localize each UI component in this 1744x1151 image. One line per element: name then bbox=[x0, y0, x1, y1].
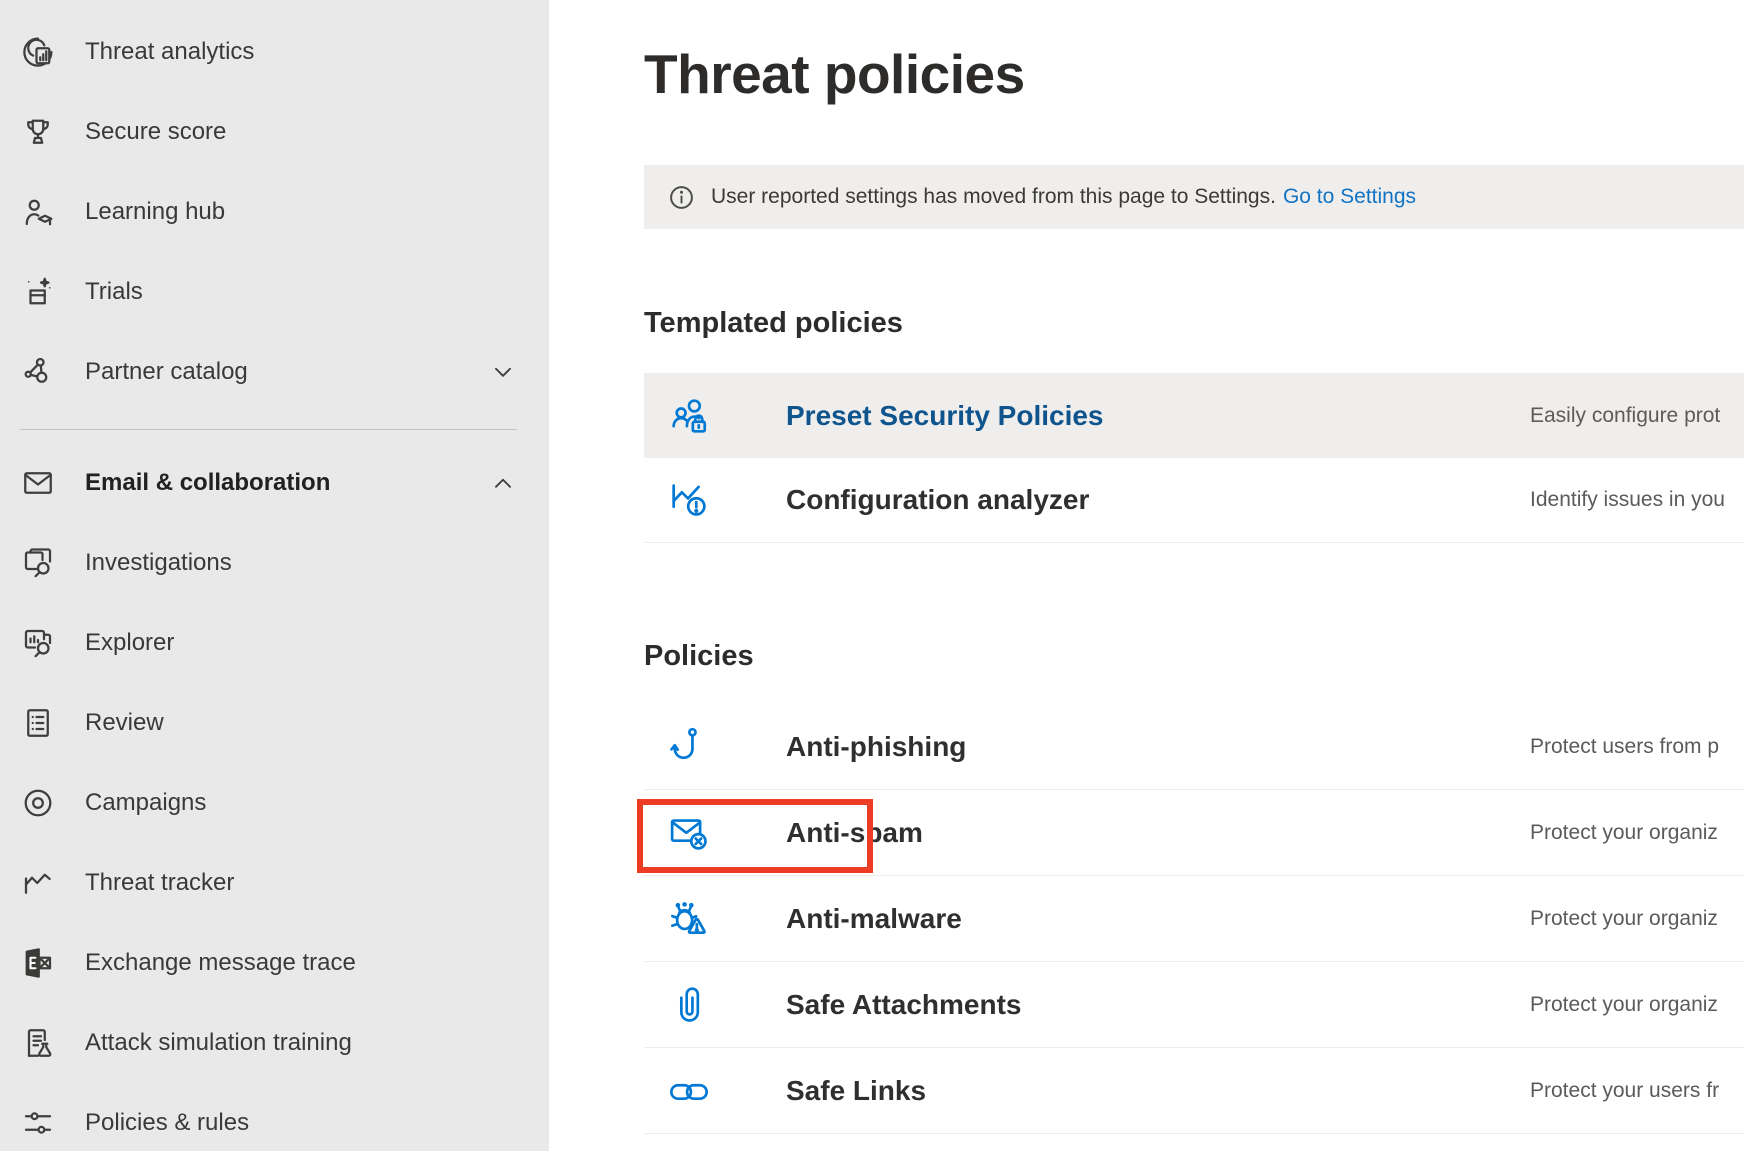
sidebar-item-threat-tracker[interactable]: Threat tracker bbox=[0, 843, 549, 923]
configuration-analyzer-icon bbox=[666, 477, 712, 523]
trials-icon bbox=[20, 274, 56, 310]
sidebar-divider bbox=[20, 429, 517, 430]
policies-list: Anti-phishing Protect users from p Anti-… bbox=[644, 704, 1744, 1134]
row-description: Identify issues in you bbox=[1530, 488, 1744, 512]
sidebar-item-label: Explorer bbox=[85, 629, 174, 657]
row-anti-spam[interactable]: Anti-spam Protect your organiz bbox=[644, 790, 1744, 876]
row-label-safe-attachments[interactable]: Safe Attachments bbox=[786, 989, 1021, 1021]
sidebar-item-label: Email & collaboration bbox=[85, 469, 330, 497]
sidebar-item-threat-analytics[interactable]: Threat analytics bbox=[0, 12, 549, 92]
row-safe-links[interactable]: Safe Links Protect your users fr bbox=[644, 1048, 1744, 1134]
partner-catalog-icon bbox=[20, 354, 56, 390]
templated-policies-list: Preset Security Policies Easily configur… bbox=[644, 373, 1744, 543]
chevron-down-icon[interactable] bbox=[490, 359, 516, 385]
row-label-anti-phishing[interactable]: Anti-phishing bbox=[786, 731, 966, 763]
row-description: Easily configure prot bbox=[1530, 404, 1744, 428]
row-label-preset-security-policies[interactable]: Preset Security Policies bbox=[786, 400, 1104, 432]
policies-rules-sliders-icon bbox=[20, 1105, 56, 1141]
sidebar-item-label: Threat tracker bbox=[85, 869, 234, 897]
threat-tracker-chart-icon bbox=[20, 865, 56, 901]
row-preset-security-policies[interactable]: Preset Security Policies Easily configur… bbox=[644, 373, 1744, 458]
row-label-anti-malware[interactable]: Anti-malware bbox=[786, 903, 962, 935]
sidebar-item-label: Attack simulation training bbox=[85, 1029, 352, 1057]
preset-security-policies-icon bbox=[666, 393, 712, 439]
safe-attachments-paperclip-icon bbox=[666, 982, 712, 1028]
email-icon bbox=[20, 465, 56, 501]
info-circle-icon bbox=[667, 183, 696, 212]
anti-malware-bug-icon bbox=[666, 896, 712, 942]
row-description: Protect your organiz bbox=[1530, 821, 1744, 845]
exchange-logo-icon bbox=[20, 945, 56, 981]
page-title: Threat policies bbox=[644, 47, 1025, 102]
row-description: Protect your users fr bbox=[1530, 1079, 1744, 1103]
sidebar-item-explorer[interactable]: Explorer bbox=[0, 603, 549, 683]
sidebar-item-campaigns[interactable]: Campaigns bbox=[0, 763, 549, 843]
investigations-icon bbox=[20, 545, 56, 581]
sidebar-item-label: Partner catalog bbox=[85, 358, 248, 386]
sidebar-item-label: Exchange message trace bbox=[85, 949, 356, 977]
sidebar-item-attack-simulation-training[interactable]: Attack simulation training bbox=[0, 1003, 549, 1083]
policies-heading: Policies bbox=[644, 640, 754, 673]
sidebar-item-partner-catalog[interactable]: Partner catalog bbox=[0, 332, 549, 412]
info-banner: User reported settings has moved from th… bbox=[644, 165, 1744, 229]
row-label-anti-spam[interactable]: Anti-spam bbox=[786, 817, 923, 849]
sidebar-item-policies-rules[interactable]: Policies & rules bbox=[0, 1083, 549, 1151]
sidebar-item-label: Investigations bbox=[85, 549, 232, 577]
left-navigation-sidebar: Threat analytics Secure score Learning h… bbox=[0, 0, 549, 1151]
row-description: Protect your organiz bbox=[1530, 993, 1744, 1017]
row-description: Protect your organiz bbox=[1530, 907, 1744, 931]
go-to-settings-link[interactable]: Go to Settings bbox=[1283, 185, 1416, 209]
row-anti-phishing[interactable]: Anti-phishing Protect users from p bbox=[644, 704, 1744, 790]
campaigns-bullseye-icon bbox=[20, 785, 56, 821]
sidebar-item-learning-hub[interactable]: Learning hub bbox=[0, 172, 549, 252]
safe-links-chain-icon bbox=[666, 1068, 712, 1114]
threat-analytics-icon bbox=[20, 34, 56, 70]
sidebar-item-label: Trials bbox=[85, 278, 143, 306]
sidebar-item-label: Review bbox=[85, 709, 164, 737]
row-configuration-analyzer[interactable]: Configuration analyzer Identify issues i… bbox=[644, 458, 1744, 543]
row-description: Protect users from p bbox=[1530, 735, 1744, 759]
templated-policies-heading: Templated policies bbox=[644, 307, 903, 340]
sidebar-item-trials[interactable]: Trials bbox=[0, 252, 549, 332]
row-safe-attachments[interactable]: Safe Attachments Protect your organiz bbox=[644, 962, 1744, 1048]
sidebar-item-label: Campaigns bbox=[85, 789, 206, 817]
info-banner-message: User reported settings has moved from th… bbox=[711, 185, 1276, 209]
row-label-safe-links[interactable]: Safe Links bbox=[786, 1075, 926, 1107]
review-icon bbox=[20, 705, 56, 741]
explorer-icon bbox=[20, 625, 56, 661]
sidebar-item-exchange-message-trace[interactable]: Exchange message trace bbox=[0, 923, 549, 1003]
row-label-configuration-analyzer[interactable]: Configuration analyzer bbox=[786, 484, 1089, 516]
sidebar-item-label: Learning hub bbox=[85, 198, 225, 226]
sidebar-item-email-collaboration[interactable]: Email & collaboration bbox=[0, 443, 549, 523]
sidebar-item-label: Threat analytics bbox=[85, 38, 254, 66]
chevron-up-icon[interactable] bbox=[490, 470, 516, 496]
learning-hub-icon bbox=[20, 194, 56, 230]
attack-simulation-icon bbox=[20, 1025, 56, 1061]
main-content: Threat policies User reported settings h… bbox=[549, 0, 1744, 1151]
anti-phishing-hook-icon bbox=[666, 724, 712, 770]
secure-score-trophy-icon bbox=[20, 114, 56, 150]
sidebar-item-label: Secure score bbox=[85, 118, 226, 146]
row-anti-malware[interactable]: Anti-malware Protect your organiz bbox=[644, 876, 1744, 962]
sidebar-item-label: Policies & rules bbox=[85, 1109, 249, 1137]
sidebar-item-investigations[interactable]: Investigations bbox=[0, 523, 549, 603]
anti-spam-envelope-icon bbox=[666, 810, 712, 856]
sidebar-item-review[interactable]: Review bbox=[0, 683, 549, 763]
sidebar-item-secure-score[interactable]: Secure score bbox=[0, 92, 549, 172]
